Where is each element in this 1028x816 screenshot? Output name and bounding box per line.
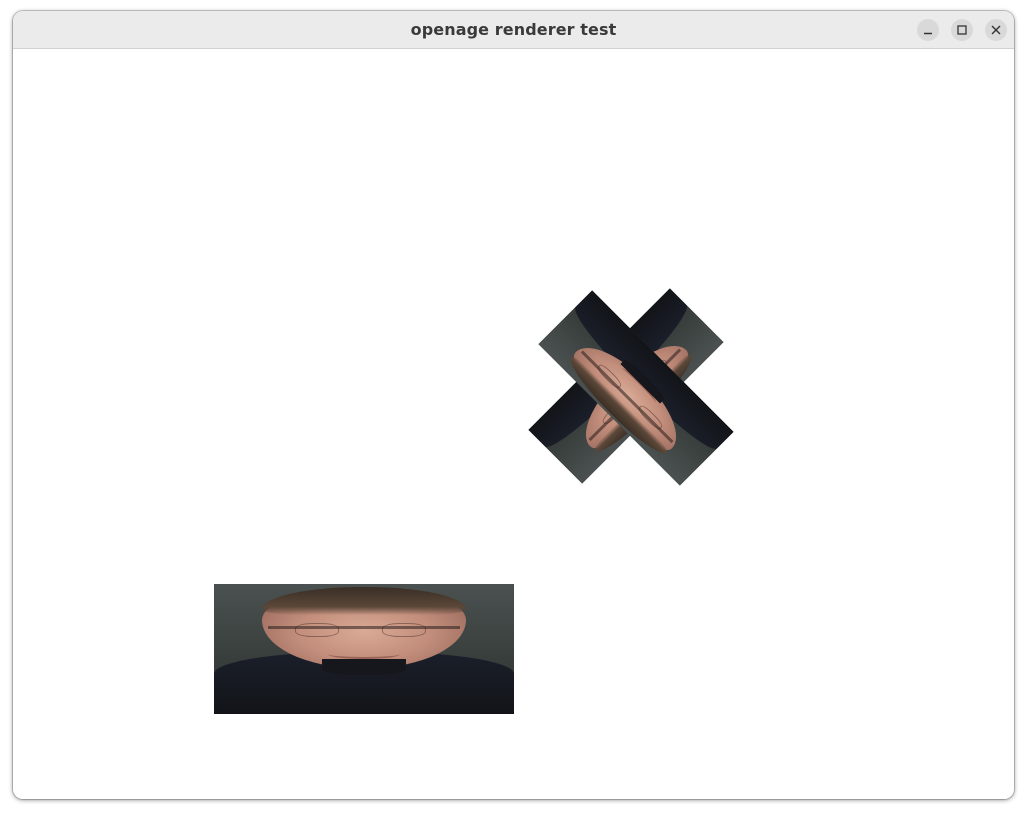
maximize-button[interactable] bbox=[951, 19, 973, 41]
close-button[interactable] bbox=[985, 19, 1007, 41]
minimize-button[interactable] bbox=[917, 19, 939, 41]
app-window: openage renderer test bbox=[13, 11, 1014, 799]
render-canvas[interactable] bbox=[13, 49, 1014, 799]
close-icon bbox=[991, 25, 1001, 35]
minimize-icon bbox=[924, 32, 932, 35]
title-bar[interactable]: openage renderer test bbox=[13, 11, 1014, 49]
photo-sprite-upright bbox=[214, 584, 514, 714]
maximize-icon bbox=[957, 25, 967, 35]
window-title: openage renderer test bbox=[410, 20, 617, 39]
